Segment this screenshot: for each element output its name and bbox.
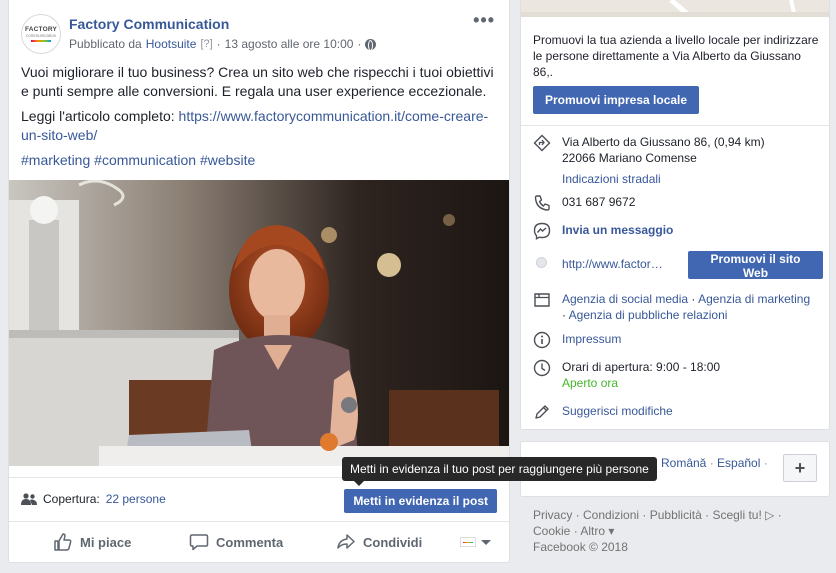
post-text: Vuoi migliorare il tuo business? Crea un… [21,63,501,176]
publisher-link[interactable]: Hootsuite [146,37,197,51]
logo-bar [31,40,51,42]
post-photo[interactable] [9,180,509,466]
phone-number[interactable]: 031 687 9672 [562,194,824,210]
post-body: Vuoi migliorare il tuo business? Crea un… [21,64,494,99]
boost-post-button[interactable]: Metti in evidenza il post [344,489,497,513]
page-name-link[interactable]: Factory Communication [69,16,229,32]
hashtag-link[interactable]: #website [200,152,255,168]
divider [521,125,829,126]
impressum-link[interactable]: Impressum [562,331,824,347]
open-status: Aperto ora [562,376,619,390]
hashtag-link[interactable]: #communication [94,152,196,168]
language-link[interactable]: Română [661,456,706,470]
comment-icon [189,534,209,551]
page-avatar[interactable]: FACTORY communication [21,14,61,54]
website-row: http://www.factor… Promuovi il sito Web [533,251,823,282]
phone-icon [534,195,550,211]
footer-link-adchoices[interactable]: Scegli tu! [712,508,761,522]
page-picker-dropdown[interactable] [460,537,491,547]
promote-website-button[interactable]: Promuovi il sito Web [688,251,823,280]
category-icon [534,293,550,307]
footer-link-terms[interactable]: Condizioni [583,508,639,522]
website-icon [536,257,547,268]
info-icon [533,331,551,349]
message-row: Invia un messaggio [533,222,823,240]
reach-info: Copertura: 22 persone [21,492,166,506]
page-thumbnail [460,537,476,547]
reach-value-link[interactable]: 22 persone [106,492,166,506]
footer-link-cookies[interactable]: Cookie [533,524,570,538]
promote-local-business-button[interactable]: Promuovi impresa locale [533,86,700,114]
share-icon [337,534,355,549]
chevron-down-icon: ▾ [608,524,615,538]
category-link[interactable]: Agenzia di pubbliche relazioni [569,308,728,322]
page-info-card: Promuovi la tua azienda a livello locale… [520,0,830,430]
footer-link-more[interactable]: Altro [580,524,605,538]
hashtag-link[interactable]: #marketing [21,152,90,168]
globe-icon[interactable] [365,38,377,51]
map-image [521,0,829,17]
post-actions: Mi piace Commenta Condividi [9,521,509,561]
footer-link-ads[interactable]: Pubblicità [650,508,702,522]
like-button[interactable]: Mi piace [53,533,131,551]
woman-with-laptop-image [9,180,509,466]
send-message-link[interactable]: Invia un messaggio [562,222,824,238]
messenger-icon [533,222,551,240]
language-list: Română · Español · [661,456,768,470]
post-meta: Pubblicato da Hootsuite [?] · 13 agosto … [69,37,377,51]
chevron-down-icon [481,539,491,545]
post-header: FACTORY communication Factory Communicat… [21,11,497,57]
reach-row: Copertura: 22 persone Metti in evidenza … [9,477,509,521]
pencil-icon [535,405,549,419]
clock-icon [533,359,551,377]
phone-row: 031 687 9672 [533,194,823,212]
language-link[interactable]: Español [717,456,760,470]
people-icon [21,493,37,505]
directions-link[interactable]: Indicazioni stradali [562,171,824,187]
copyright: Facebook © 2018 [533,540,628,554]
comment-button[interactable]: Commenta [189,533,283,551]
category-link[interactable]: Agenzia di social media [562,292,688,306]
footer-link-privacy[interactable]: Privacy [533,508,572,522]
category-link[interactable]: Agenzia di marketing [698,292,810,306]
map-preview[interactable] [521,0,829,17]
read-more-line: Leggi l'articolo completo: https://www.f… [21,108,489,143]
suggest-edits-link[interactable]: Suggerisci modifiche [562,403,824,419]
address-row: Via Alberto da Giussano 86, (0,94 km) 22… [533,134,823,186]
hashtags: #marketing #communication #website [21,151,501,170]
suggest-row: Suggerisci modifiche [533,403,823,421]
directions-icon [533,134,551,152]
help-link[interactable]: [?] [200,38,212,50]
promo-text: Promuovi la tua azienda a livello locale… [533,33,819,79]
thumbs-up-icon [54,533,72,551]
boost-tooltip: Metti in evidenza il tuo post per raggiu… [342,457,657,486]
more-options-icon[interactable]: ••• [473,11,495,29]
impressum-row: Impressum [533,331,823,349]
opening-hours[interactable]: Orari di apertura: 9:00 - 18:00 [562,359,824,375]
categories-row: Agenzia di social media · Agenzia di mar… [533,291,823,325]
adchoices-icon: ▷ [765,508,775,522]
category-list: Agenzia di social media · Agenzia di mar… [562,292,811,322]
share-button[interactable]: Condividi [336,533,422,551]
add-language-button[interactable]: + [783,454,817,482]
footer: Privacy · Condizioni · Pubblicità · Sceg… [533,507,823,555]
post-timestamp[interactable]: 13 agosto alle ore 10:00 [225,37,354,51]
hours-row: Orari di apertura: 9:00 - 18:00 Aperto o… [533,359,823,393]
